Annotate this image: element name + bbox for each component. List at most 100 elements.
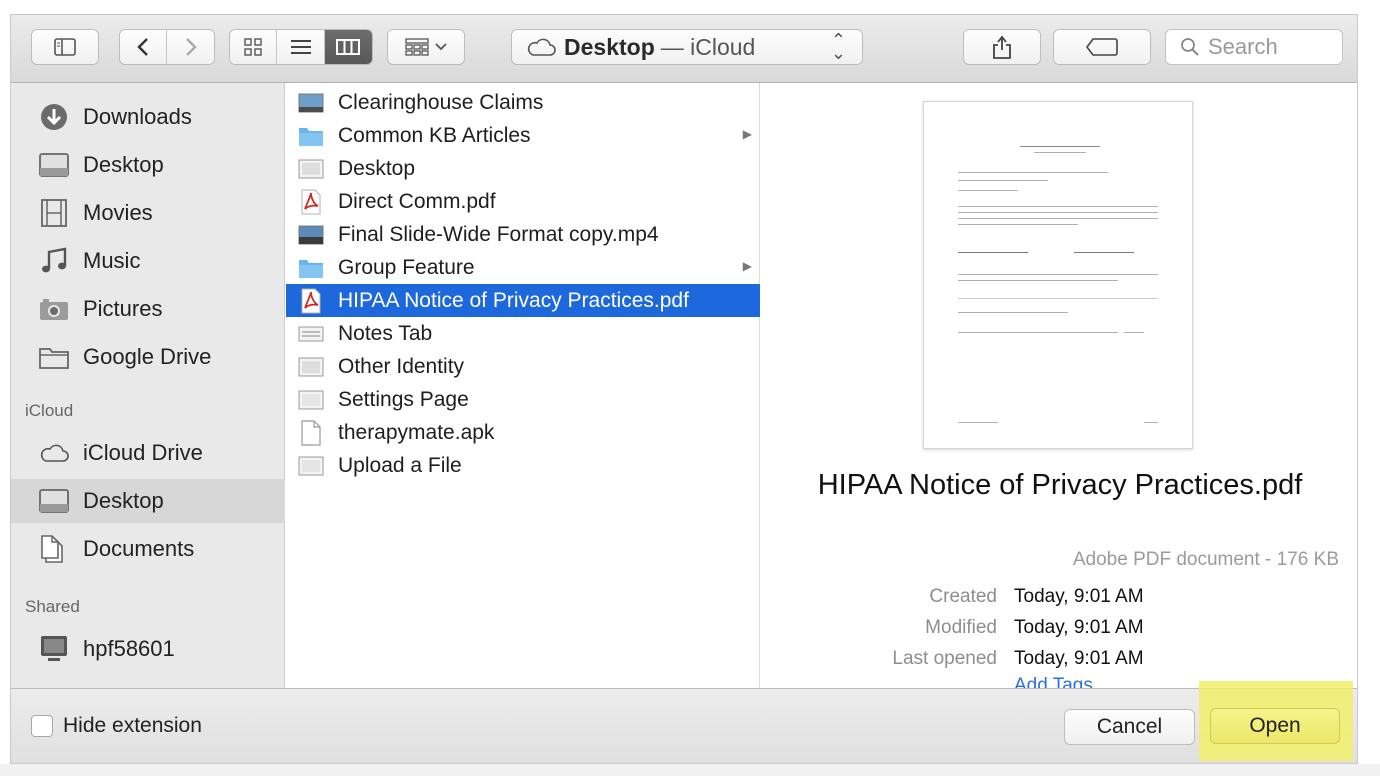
- sidebar-item-hpf58601[interactable]: hpf58601: [11, 627, 285, 671]
- last-opened-label: Last opened: [892, 648, 997, 669]
- open-button[interactable]: Open: [1210, 708, 1340, 744]
- sidebar-section-shared: Shared: [25, 597, 80, 616]
- sidebar-item-label: Pictures: [83, 296, 163, 321]
- pdf-icon: [298, 189, 324, 214]
- file-name: Desktop: [338, 156, 416, 180]
- hide-extension-label[interactable]: Hide extension: [63, 714, 202, 738]
- share-button[interactable]: [963, 29, 1041, 65]
- sidebar-toggle-button[interactable]: [31, 29, 99, 65]
- column-view-button[interactable]: [324, 30, 372, 64]
- created-label: Created: [929, 586, 997, 607]
- documents-icon: [39, 534, 69, 564]
- sidebar-item-label: Desktop: [83, 152, 164, 177]
- page-bottom-strip: [0, 764, 1380, 776]
- screenshot-icon: [298, 91, 324, 115]
- sidebar-item-documents[interactable]: Documents: [11, 527, 285, 571]
- cloud-icon: [39, 438, 69, 468]
- open-file-dialog: Desktop — iCloud ⌃ ⌄ Search Downloads Des…: [10, 14, 1358, 764]
- sidebar-item-label: iCloud Drive: [83, 440, 203, 465]
- file-row[interactable]: Notes Tab: [286, 317, 760, 350]
- file-row[interactable]: Desktop: [286, 152, 760, 185]
- chevron-left-icon: [137, 38, 148, 56]
- cloud-icon: [527, 38, 556, 56]
- file-name: therapymate.apk: [338, 420, 495, 444]
- tag-icon: [1086, 38, 1118, 56]
- cancel-button[interactable]: Cancel: [1064, 709, 1195, 745]
- sidebar-item-icloud-drive[interactable]: iCloud Drive: [11, 431, 285, 475]
- file-row[interactable]: Other Identity: [286, 350, 760, 383]
- desktop-folder-icon: [39, 150, 69, 180]
- sidebar-item-google-drive[interactable]: Google Drive: [11, 335, 285, 379]
- file-name: Other Identity: [338, 354, 465, 378]
- folder-icon: [39, 342, 69, 372]
- columns-icon: [336, 39, 361, 55]
- share-icon: [993, 35, 1011, 59]
- forward-button[interactable]: [167, 30, 214, 64]
- screenshot-icon: [298, 157, 324, 181]
- file-name: Group Feature: [338, 255, 475, 279]
- disclosure-arrow-icon: ▶: [742, 127, 752, 141]
- file-name: HIPAA Notice of Privacy Practices.pdf: [338, 288, 689, 312]
- location-container: — iCloud: [660, 33, 756, 60]
- sidebar-item-label: Google Drive: [83, 344, 212, 369]
- hide-extension-checkbox[interactable]: [31, 715, 53, 737]
- desktop-folder-icon: [39, 486, 69, 516]
- chevron-right-icon: [185, 38, 197, 56]
- tags-button[interactable]: [1053, 29, 1151, 65]
- sidebar-item-desktop[interactable]: Desktop: [11, 143, 285, 187]
- sidebar-item-movies[interactable]: Movies: [11, 191, 285, 235]
- search-field[interactable]: Search: [1165, 29, 1343, 65]
- list-view-button[interactable]: [277, 30, 325, 64]
- modified-value: Today, 9:01 AM: [1014, 617, 1144, 638]
- grid-icon: [244, 38, 262, 56]
- sidebar-item-label: Music: [83, 248, 141, 273]
- preview-file-kind: Adobe PDF document - 176 KB: [1072, 549, 1339, 570]
- file-row[interactable]: Upload a File: [286, 449, 760, 482]
- sidebar-item-icloud-desktop[interactable]: Desktop: [11, 479, 285, 523]
- sidebar-toggle-icon: [54, 38, 76, 56]
- sidebar-item-music[interactable]: Music: [11, 239, 285, 283]
- file-name: Notes Tab: [338, 321, 433, 345]
- back-button[interactable]: [120, 30, 168, 64]
- downloads-icon: [39, 102, 69, 132]
- film-icon: [39, 198, 69, 228]
- screenshot-icon: [298, 388, 324, 412]
- sidebar-item-downloads[interactable]: Downloads: [11, 95, 285, 139]
- preview-pane: HIPAA Notice of Privacy Practices.pdf Ad…: [761, 83, 1357, 688]
- list-icon: [290, 40, 311, 54]
- arrange-menu-button[interactable]: [387, 29, 465, 65]
- sidebar-item-pictures[interactable]: Pictures: [11, 287, 285, 331]
- modified-label: Modified: [925, 617, 997, 638]
- file-row[interactable]: Clearinghouse Claims: [286, 86, 760, 119]
- view-mode-control: [229, 29, 373, 65]
- sidebar-item-label: hpf58601: [83, 636, 175, 661]
- file-row[interactable]: Group Feature ▶: [286, 251, 760, 284]
- sidebar-item-label: Downloads: [83, 104, 192, 129]
- camera-icon: [39, 294, 69, 324]
- back-forward-control: [119, 29, 215, 65]
- document-icon: [298, 419, 324, 446]
- disclosure-arrow-icon: ▶: [742, 259, 752, 273]
- arrange-icon: [405, 38, 429, 56]
- screenshot-icon: [298, 454, 324, 478]
- last-opened-value: Today, 9:01 AM: [1014, 648, 1144, 669]
- file-name: Common KB Articles: [338, 123, 531, 147]
- icon-view-button[interactable]: [230, 30, 278, 64]
- file-row[interactable]: Common KB Articles ▶: [286, 119, 760, 152]
- document-thumbnail: [923, 101, 1193, 449]
- up-down-chevron-icon: ⌃ ⌄: [830, 30, 846, 63]
- file-row[interactable]: therapymate.apk: [286, 416, 760, 449]
- file-row[interactable]: Direct Comm.pdf: [286, 185, 760, 218]
- file-name: Direct Comm.pdf: [338, 189, 496, 213]
- dialog-footer: Hide extension Cancel: [11, 688, 1357, 763]
- sidebar-item-label: Movies: [83, 200, 153, 225]
- file-row[interactable]: Final Slide-Wide Format copy.mp4: [286, 218, 760, 251]
- file-row-selected[interactable]: HIPAA Notice of Privacy Practices.pdf: [286, 284, 760, 317]
- file-row[interactable]: Settings Page: [286, 383, 760, 416]
- search-placeholder: Search: [1208, 34, 1278, 59]
- folder-icon: [298, 124, 324, 148]
- location-popup[interactable]: Desktop — iCloud ⌃ ⌄: [511, 29, 863, 65]
- add-tags-link[interactable]: Add Tags...: [1014, 675, 1109, 688]
- file-name: Settings Page: [338, 387, 469, 411]
- screenshot-icon: [298, 355, 324, 379]
